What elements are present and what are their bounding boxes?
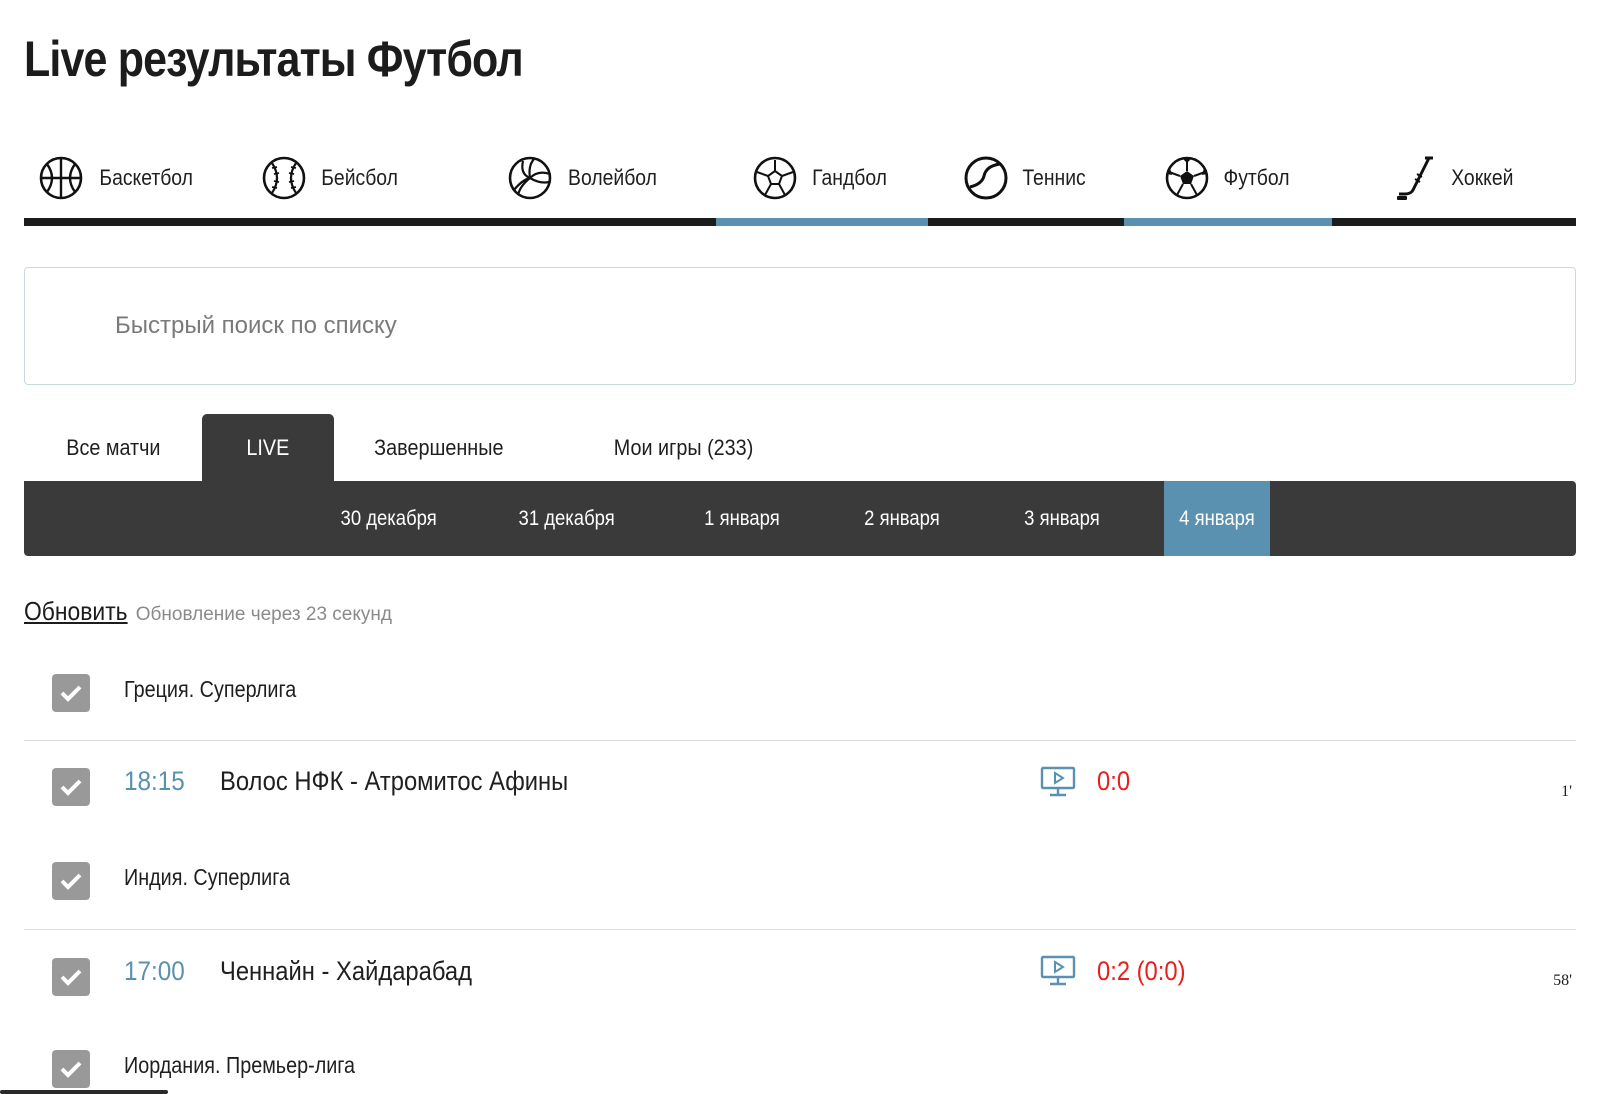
divider — [24, 740, 1576, 741]
match-minute: 1' — [1561, 783, 1572, 800]
football-icon — [1165, 156, 1208, 200]
league-checkbox[interactable] — [52, 674, 90, 712]
page-title: Live результаты Футбол — [24, 31, 524, 87]
baseball-icon — [263, 156, 306, 200]
tab-finished[interactable]: Завершенные — [334, 414, 544, 482]
sport-tab-underline — [716, 218, 928, 226]
live-stream-icon[interactable] — [1040, 955, 1076, 987]
sport-label-hockey: Хоккей — [1450, 165, 1514, 190]
date-label: 3 января — [1024, 506, 1100, 530]
tab-live[interactable]: LIVE — [202, 414, 334, 482]
match-time: 17:00 — [124, 956, 185, 986]
tab-my-games[interactable]: Мои игры (233) — [564, 414, 804, 482]
sport-tab-underline — [1332, 218, 1576, 226]
match-checkbox[interactable] — [52, 958, 90, 996]
live-stream-icon[interactable] — [1040, 766, 1076, 798]
match-minute: 58' — [1553, 972, 1572, 989]
scrollbar-thumb[interactable] — [0, 1090, 168, 1094]
sport-label-volleyball: Волейбол — [567, 165, 657, 190]
sport-tab-underline — [24, 218, 212, 226]
match-teams[interactable]: Волос НФК - Атромитос Афины — [220, 766, 568, 797]
tennis-icon — [964, 156, 1008, 200]
hockey-icon — [1396, 156, 1433, 200]
sport-tab-volleyball[interactable]: Волейбол — [452, 130, 716, 226]
checkmark-icon — [60, 779, 82, 796]
date-dec-31[interactable]: 31 декабря — [492, 481, 642, 556]
tab-label: Завершенные — [374, 435, 504, 460]
league-name: Иордания. Премьер-лига — [124, 1052, 356, 1078]
date-label: 30 декабря — [340, 506, 438, 530]
tab-all-matches[interactable]: Все матчи — [24, 414, 202, 482]
sport-tab-underline — [928, 218, 1124, 226]
match-time: 18:15 — [124, 766, 185, 796]
date-jan-1[interactable]: 1 января — [672, 481, 812, 556]
league-checkbox[interactable] — [52, 1050, 90, 1088]
checkmark-icon — [60, 969, 82, 986]
tab-label: LIVE — [246, 435, 290, 460]
league-name: Индия. Суперлига — [124, 864, 291, 890]
date-jan-3[interactable]: 3 января — [992, 481, 1132, 556]
match-teams[interactable]: Ченнайн - Хайдарабад — [220, 956, 472, 987]
date-label: 1 января — [704, 506, 780, 530]
handball-icon — [754, 156, 797, 200]
divider — [24, 929, 1576, 930]
league-checkbox[interactable] — [52, 862, 90, 900]
sport-tab-underline — [1124, 218, 1332, 226]
checkmark-icon — [60, 1061, 82, 1078]
date-jan-2[interactable]: 2 января — [832, 481, 972, 556]
basketball-icon — [39, 156, 83, 200]
sport-tab-baseball[interactable]: Бейсбол — [212, 130, 452, 226]
date-label: 2 января — [864, 506, 940, 530]
match-score: 0:0 — [1097, 766, 1131, 796]
checkmark-icon — [60, 873, 82, 890]
sport-tab-football[interactable]: Футбол — [1124, 130, 1332, 226]
date-label: 31 декабря — [518, 506, 616, 530]
date-dec-30[interactable]: 30 декабря — [314, 481, 464, 556]
date-label: 4 января — [1179, 506, 1255, 530]
refresh-countdown: Обновление через 23 секунд — [135, 604, 392, 625]
sport-label-basketball: Баскетбол — [99, 165, 193, 190]
sport-tab-tennis[interactable]: Теннис — [928, 130, 1124, 226]
refresh-row: Обновить Обновление через 23 секунд — [24, 596, 392, 627]
sport-tab-basketball[interactable]: Баскетбол — [24, 130, 212, 226]
league-name: Греция. Суперлига — [124, 676, 297, 702]
match-score: 0:2 (0:0) — [1097, 956, 1186, 986]
sport-tab-underline — [212, 218, 452, 226]
match-filter-tabs: Все матчи LIVE Завершенные Мои игры (233… — [24, 414, 924, 482]
match-checkbox[interactable] — [52, 768, 90, 806]
sport-tab-hockey[interactable]: Хоккей — [1332, 130, 1576, 226]
tab-label: Все матчи — [65, 435, 161, 460]
volleyball-icon — [508, 156, 551, 200]
search-input[interactable] — [115, 306, 1515, 346]
date-bar: 30 декабря 31 декабря 1 января 2 января … — [24, 481, 1576, 556]
sport-label-tennis: Теннис — [1022, 165, 1086, 190]
refresh-link[interactable]: Обновить — [24, 596, 128, 627]
sport-tab-underline — [452, 218, 716, 226]
sport-label-baseball: Бейсбол — [321, 165, 399, 190]
checkmark-icon — [60, 685, 82, 702]
sport-nav: Баскетбол Бейсбол Волейбол Гандбол Тенни… — [24, 130, 1576, 226]
tab-label: Мои игры (233) — [614, 435, 754, 460]
sport-tab-handball[interactable]: Гандбол — [716, 130, 928, 226]
sport-label-handball: Гандбол — [812, 165, 888, 190]
search-box — [24, 267, 1576, 385]
sport-label-football: Футбол — [1223, 165, 1289, 190]
date-jan-4[interactable]: 4 января — [1164, 481, 1270, 556]
